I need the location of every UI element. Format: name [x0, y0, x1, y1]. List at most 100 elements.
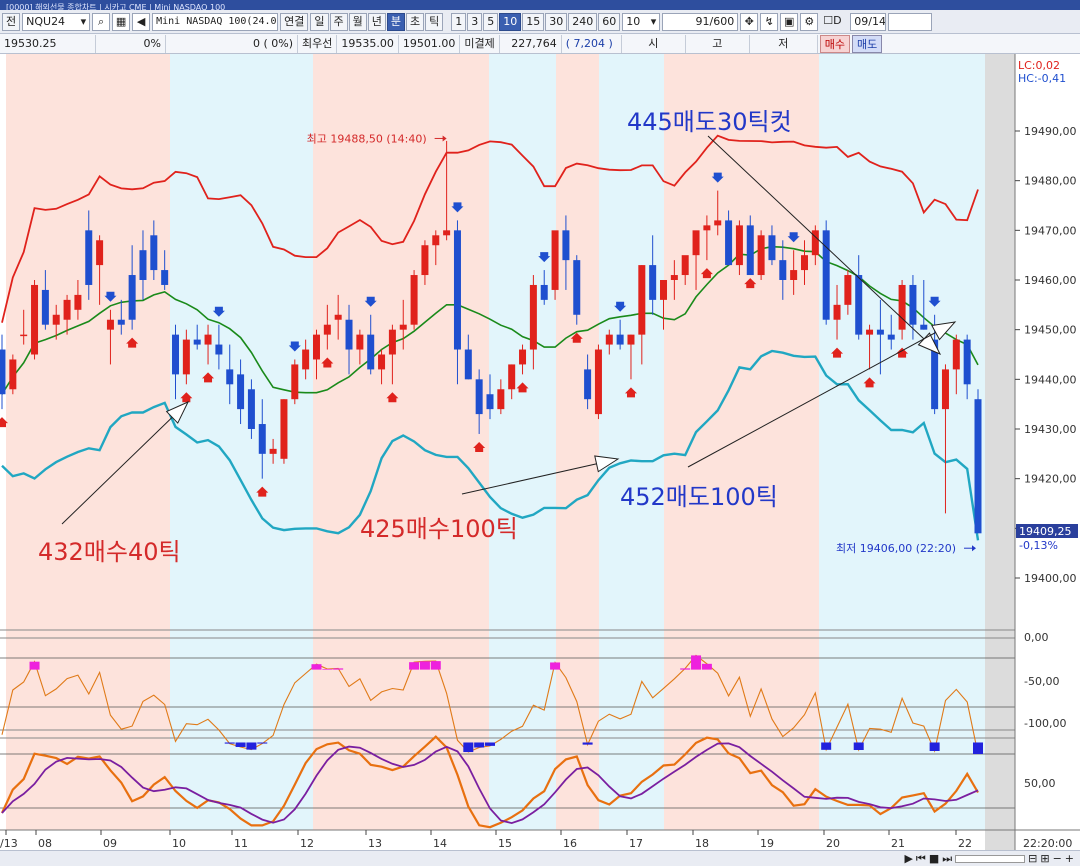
best-ask-value: 19535.00: [337, 34, 399, 53]
osc1-oversold-fill: [485, 742, 495, 746]
buy-button[interactable]: 매수: [819, 34, 850, 53]
chart-tool-icon[interactable]: ↯: [760, 12, 779, 31]
session-zone: [170, 54, 313, 830]
stop-icon[interactable]: ■: [929, 852, 939, 865]
count-field[interactable]: 91/600: [662, 12, 739, 31]
next-icon[interactable]: ⏭: [942, 852, 952, 866]
low-price-label: 최저 19406,00 (22:20): [836, 542, 956, 555]
scroll-slider[interactable]: [955, 854, 1026, 863]
candle-body: [356, 334, 364, 350]
candle-body: [475, 379, 483, 415]
candle-body: [519, 349, 527, 365]
candle-body: [855, 275, 863, 335]
candle-body: [378, 354, 386, 370]
osc1-oversold-fill: [474, 742, 485, 748]
interval-button-1[interactable]: 1: [451, 12, 467, 31]
period-button-4[interactable]: 분: [386, 12, 405, 31]
candle-body: [204, 334, 212, 345]
date-field[interactable]: 09/14: [850, 12, 887, 31]
toolbar: 전 NQU24 ▾ ⌕ ▦ ◀ Mini NASDAQ 100(24.0 연결 …: [0, 10, 1080, 34]
candle-body: [52, 314, 60, 325]
time-tick-label: 10: [172, 837, 186, 850]
trade-annotation: 445매도30틱컷: [627, 108, 792, 136]
candle: [573, 255, 581, 325]
prefix-button[interactable]: 전: [2, 12, 21, 31]
zoom-in-icon[interactable]: ⊞: [1040, 852, 1049, 865]
candle-body: [399, 324, 407, 330]
period-button-3[interactable]: 년: [367, 12, 386, 31]
prev-icon[interactable]: ⏮: [916, 852, 926, 866]
candle-body: [9, 359, 17, 390]
sell-button[interactable]: 매도: [852, 34, 883, 53]
candle-body: [529, 284, 537, 350]
osc1-overbought-fill: [333, 668, 344, 670]
osc1-overbought-fill: [419, 661, 430, 670]
trade-annotation: 432매수40틱: [38, 538, 181, 566]
period-button-2[interactable]: 월: [348, 12, 367, 31]
interval-button-60[interactable]: 60: [598, 12, 621, 31]
price-tick-label: 19400,00: [1024, 572, 1077, 585]
move-icon[interactable]: ✥: [740, 12, 759, 31]
symbol-value: NQU24: [26, 14, 66, 28]
candle-body: [800, 255, 808, 271]
candle-body: [584, 369, 592, 400]
candle-body: [974, 399, 982, 534]
interval-button-240[interactable]: 240: [568, 12, 598, 31]
osc1-oversold-fill: [929, 742, 940, 751]
price-tick-label: 19460,00: [1024, 274, 1077, 287]
blank-field[interactable]: [888, 12, 933, 31]
search-icon[interactable]: ⌕: [92, 12, 111, 31]
price-chart[interactable]: 최고 19488,50 (14:40) 최저 19406,00 (22:20) 43…: [0, 54, 1080, 850]
period-button-0[interactable]: 일: [310, 12, 329, 31]
interval-button-5[interactable]: 5: [483, 12, 499, 31]
minus-icon[interactable]: −: [1053, 852, 1062, 865]
candle-body: [920, 324, 928, 330]
play-icon[interactable]: ▶: [904, 852, 912, 865]
session-zone: [556, 54, 599, 830]
session-zone: [6, 54, 170, 830]
time-tick-label: 09: [103, 837, 117, 850]
period-button-5[interactable]: 초: [406, 12, 425, 31]
d-checkbox[interactable]: ☐D: [820, 13, 848, 31]
candle-body: [31, 284, 39, 355]
candle-body: [367, 334, 375, 370]
osc1-overbought-fill: [680, 668, 691, 670]
candle-body: [594, 349, 602, 415]
add-icon[interactable]: +: [1065, 852, 1074, 865]
candle-body: [627, 334, 635, 345]
symbol-select[interactable]: NQU24 ▾: [22, 12, 91, 31]
gear-icon[interactable]: ⚙: [800, 12, 819, 31]
zoom-out-icon[interactable]: ⊟: [1028, 852, 1037, 865]
price-tick-label: 19430,00: [1024, 423, 1077, 436]
period-button-6[interactable]: 틱: [425, 12, 444, 31]
candle-body: [226, 369, 234, 385]
product-name-field[interactable]: Mini NASDAQ 100(24.0: [152, 12, 279, 31]
candle-body: [638, 265, 646, 335]
save-icon[interactable]: ▣: [780, 12, 799, 31]
grid-icon[interactable]: ▦: [112, 12, 131, 31]
candle-body: [150, 235, 158, 271]
osc1-tick-label: -50,00: [1024, 675, 1059, 688]
interval-button-30[interactable]: 30: [545, 12, 568, 31]
interval-buttons: 1 3 5 10 15 30 240 60: [451, 12, 621, 31]
candle-body: [605, 334, 613, 345]
status-bar: ▶ ⏮ ■ ⏭ ⊟ ⊞ − +: [0, 850, 1080, 866]
price-tick-label: 19440,00: [1024, 373, 1077, 386]
time-tick-label: 21: [891, 837, 905, 850]
interval-input[interactable]: 10 ▾: [622, 12, 661, 31]
osc1-oversold-fill: [582, 742, 593, 745]
candle-body: [941, 369, 949, 410]
interval-button-15[interactable]: 15: [522, 12, 545, 31]
open-label: 시: [622, 34, 686, 53]
interval-button-10[interactable]: 10: [499, 12, 522, 31]
osc1-oversold-fill: [821, 742, 832, 750]
candle-body: [421, 245, 429, 276]
interval-button-3[interactable]: 3: [467, 12, 483, 31]
osc1-oversold-fill: [973, 742, 983, 754]
link-button[interactable]: 연결: [280, 12, 309, 31]
current-price: 19530.25: [0, 34, 96, 53]
sound-icon[interactable]: ◀: [132, 12, 151, 31]
period-button-1[interactable]: 주: [329, 12, 348, 31]
window-title-bar: [0000] 해외선물 종합차트 | 시카고 CME | Mini NASDAQ…: [0, 0, 1080, 12]
price-tick-label: 19420,00: [1024, 473, 1077, 486]
